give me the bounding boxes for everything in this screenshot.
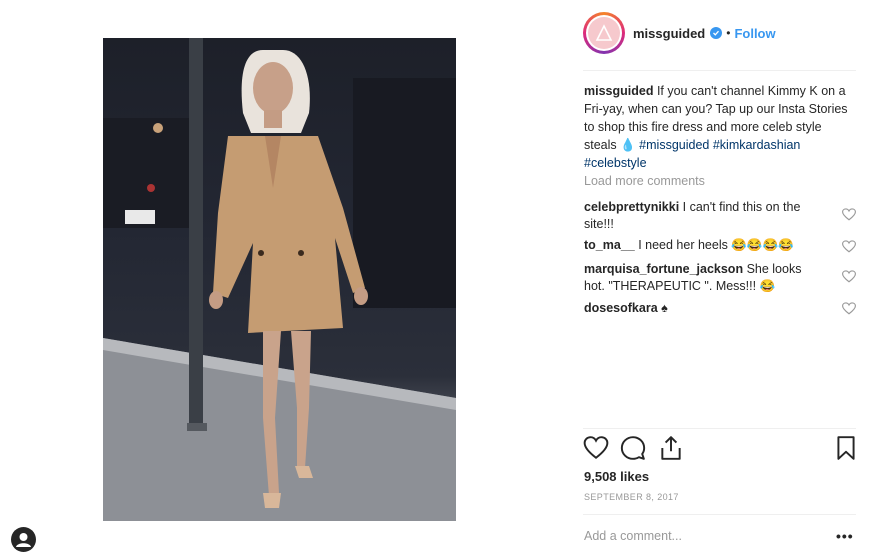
user-avatar-icon[interactable]: [11, 527, 36, 552]
comment-username[interactable]: celebprettynikki: [584, 200, 679, 214]
heart-icon[interactable]: [583, 435, 609, 461]
post-caption: missguided If you can't channel Kimmy K …: [584, 82, 856, 172]
comment-heart-icon[interactable]: [842, 302, 856, 315]
comment-divider: [583, 514, 856, 515]
comment-item: dosesofkara ♠: [584, 300, 824, 317]
photo-illustration: [103, 38, 456, 521]
caption-username[interactable]: missguided: [584, 84, 653, 98]
comment-text: ♠: [657, 301, 668, 315]
load-more-comments[interactable]: Load more comments: [584, 174, 705, 188]
hashtag-link[interactable]: #missguided: [639, 138, 709, 152]
comment-item: celebprettynikki I can't find this on th…: [584, 199, 824, 233]
follow-button[interactable]: Follow: [734, 26, 775, 41]
comment-username[interactable]: to_ma__: [584, 238, 635, 252]
actions-divider: [583, 428, 856, 429]
post-header: missguided • Follow: [583, 10, 776, 56]
verified-icon: [710, 27, 723, 39]
post-date: SEPTEMBER 8, 2017: [584, 492, 679, 502]
brand-logo-icon: [588, 17, 620, 49]
username[interactable]: missguided: [633, 26, 705, 41]
comment-icon[interactable]: [620, 435, 646, 461]
more-options-button[interactable]: •••: [836, 528, 854, 544]
post-actions: [583, 435, 857, 463]
hashtag-link[interactable]: #kimkardashian: [713, 138, 801, 152]
comment-item: marquisa_fortune_jackson She looks hot. …: [584, 261, 824, 295]
bookmark-icon[interactable]: [833, 435, 859, 461]
comment-item: to_ma__ I need her heels 😂😂😂😂: [584, 237, 824, 254]
comment-heart-icon[interactable]: [842, 208, 856, 221]
comment-username[interactable]: dosesofkara: [584, 301, 658, 315]
share-icon[interactable]: [658, 435, 684, 461]
post-photo[interactable]: [103, 38, 456, 521]
add-comment-input[interactable]: Add a comment...: [584, 529, 682, 543]
comment-username[interactable]: marquisa_fortune_jackson: [584, 262, 743, 276]
comment-heart-icon[interactable]: [842, 270, 856, 283]
header-divider: [583, 70, 856, 71]
comment-heart-icon[interactable]: [842, 240, 856, 253]
likes-count[interactable]: 9,508 likes: [584, 469, 649, 484]
separator-dot: •: [726, 26, 731, 40]
comment-text: I need her heels 😂😂😂😂: [634, 238, 794, 252]
brand-avatar[interactable]: [583, 12, 625, 54]
hashtag-link[interactable]: #celebstyle: [584, 156, 647, 170]
brand-avatar-ring: [586, 15, 622, 51]
